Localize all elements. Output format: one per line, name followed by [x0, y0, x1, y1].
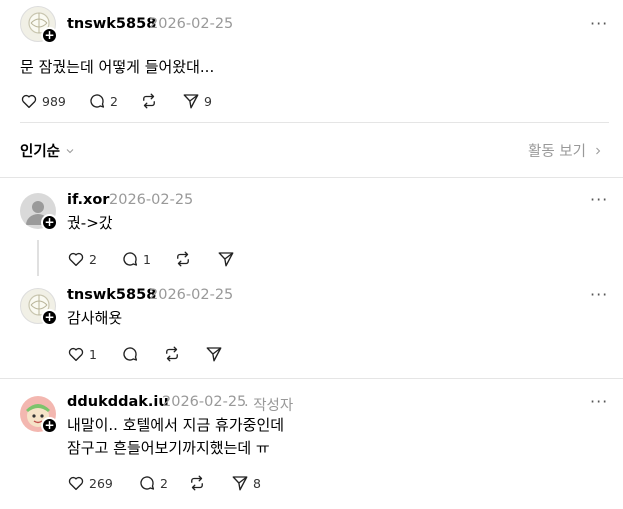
divider	[20, 122, 609, 123]
reply-text: 궜->갔	[67, 214, 113, 232]
view-activity-link[interactable]: 활동 보기	[528, 140, 604, 161]
divider	[0, 177, 623, 178]
share-button[interactable]: 8	[231, 474, 261, 492]
like-count: 269	[89, 475, 113, 491]
comment-icon	[90, 94, 105, 108]
sort-label: 인기순	[20, 144, 61, 160]
like-button[interactable]: 1	[67, 345, 97, 363]
post-username[interactable]: tnswk5858	[67, 16, 156, 32]
share-count: 9	[204, 93, 212, 109]
activity-label: 활동 보기	[528, 144, 586, 160]
share-button[interactable]: 9	[182, 92, 212, 110]
send-icon	[206, 347, 222, 362]
like-button[interactable]: 2	[67, 250, 97, 268]
comment-icon	[123, 347, 138, 361]
send-icon	[183, 94, 199, 109]
follow-plus-icon[interactable]: +	[41, 417, 58, 434]
reply-text: 감사해욧	[67, 309, 123, 327]
heart-icon	[68, 252, 84, 267]
author-tag: · 작성자	[244, 398, 294, 414]
avatar[interactable]: +	[20, 396, 58, 434]
comment-count: 1	[143, 251, 151, 267]
repost-button[interactable]	[140, 92, 158, 110]
comment-button[interactable]: 1	[121, 250, 151, 268]
reply-username[interactable]: if.xor	[67, 192, 109, 208]
comment-button[interactable]	[121, 345, 139, 363]
repost-icon	[177, 251, 189, 267]
like-button[interactable]: 989	[20, 92, 66, 110]
reply-username[interactable]: ddukddak.iu	[67, 394, 169, 410]
reply-date: 2026-02-25	[162, 394, 247, 410]
repost-button[interactable]	[163, 345, 181, 363]
reply-text-line2: 잠구고 흔들어보기까지했는데 ㅠ	[67, 439, 270, 457]
more-horizontal-icon[interactable]: ···	[590, 14, 608, 33]
more-horizontal-icon[interactable]: ···	[590, 190, 608, 209]
follow-plus-icon[interactable]: +	[41, 27, 58, 44]
more-horizontal-icon[interactable]: ···	[590, 285, 608, 304]
more-horizontal-icon[interactable]: ···	[590, 392, 608, 411]
post-text: 문 잠궜는데 어떻게 들어왔대...	[20, 58, 215, 76]
like-count: 2	[89, 251, 97, 267]
thread-line	[37, 240, 39, 276]
like-button[interactable]: 269	[67, 474, 113, 492]
chevron-down-icon	[66, 148, 74, 153]
like-count: 989	[42, 93, 66, 109]
sort-dropdown[interactable]: 인기순	[20, 140, 76, 161]
reply-text-line1: 내말이.. 호텔에서 지금 휴가중인데	[67, 416, 285, 434]
comment-button[interactable]: 2	[88, 92, 118, 110]
heart-icon	[68, 476, 84, 491]
avatar[interactable]: +	[20, 288, 58, 326]
repost-icon	[191, 475, 203, 491]
comment-count: 2	[110, 93, 118, 109]
reply-date: 2026-02-25	[149, 287, 234, 303]
reply-username[interactable]: tnswk5858	[67, 287, 156, 303]
repost-button[interactable]	[188, 474, 206, 492]
share-count: 8	[253, 475, 261, 491]
comment-icon	[123, 252, 138, 266]
reply-date: 2026-02-25	[109, 192, 194, 208]
avatar[interactable]: +	[20, 6, 58, 44]
comment-icon	[140, 476, 155, 490]
chevron-right-icon	[596, 147, 601, 154]
repost-icon	[166, 346, 178, 362]
send-icon	[218, 252, 234, 267]
send-icon	[232, 476, 248, 491]
divider	[0, 378, 623, 379]
heart-icon	[68, 347, 84, 362]
avatar[interactable]: +	[20, 193, 58, 231]
follow-plus-icon[interactable]: +	[41, 214, 58, 231]
like-count: 1	[89, 346, 97, 362]
post-date: 2026-02-25	[149, 16, 234, 32]
comment-count: 2	[160, 475, 168, 491]
follow-plus-icon[interactable]: +	[41, 309, 58, 326]
comment-button[interactable]: 2	[138, 474, 168, 492]
repost-icon	[143, 93, 155, 109]
share-button[interactable]	[217, 250, 235, 268]
heart-icon	[21, 94, 37, 109]
repost-button[interactable]	[174, 250, 192, 268]
share-button[interactable]	[205, 345, 223, 363]
